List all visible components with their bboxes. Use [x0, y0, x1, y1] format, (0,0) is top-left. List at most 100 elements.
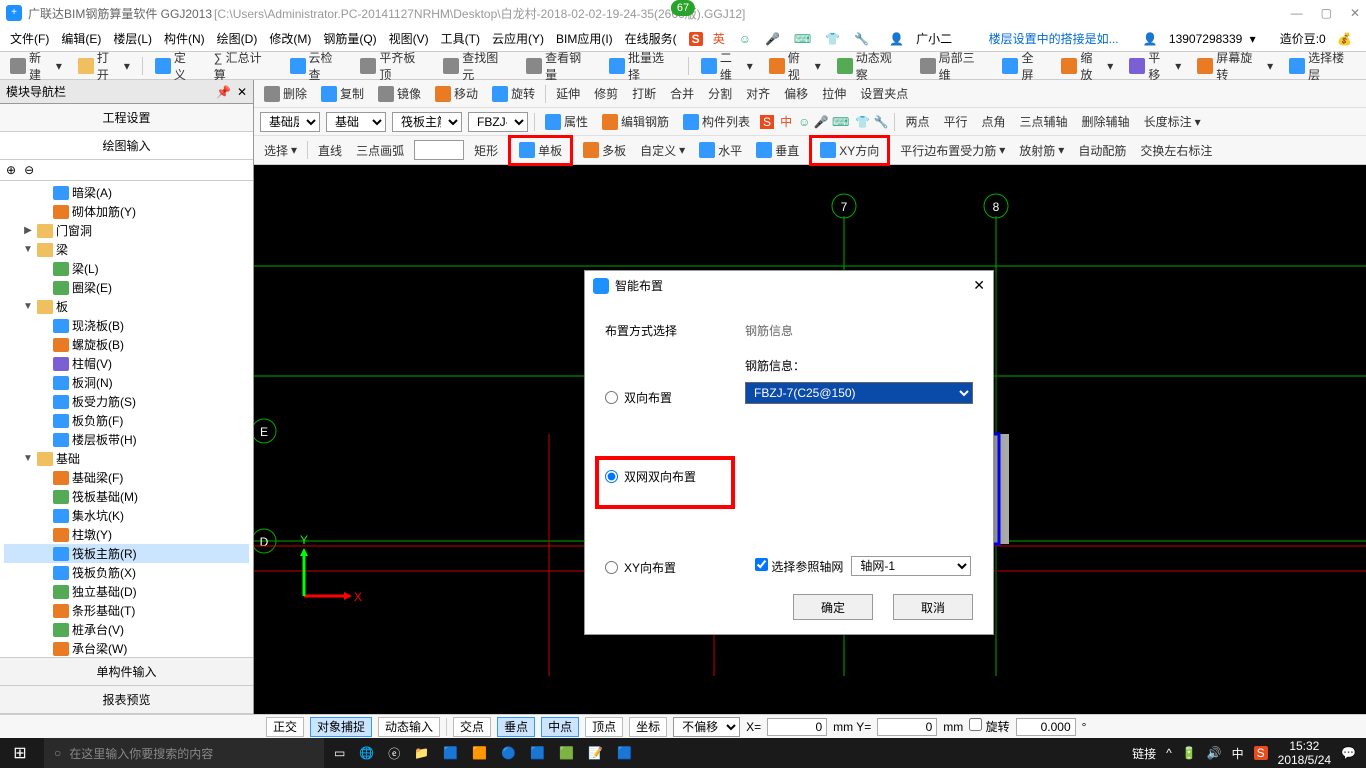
parallel-edge-button[interactable]: 平行边布置受力筋 ▾	[896, 140, 1009, 161]
orbit-button[interactable]: 动态观察	[833, 47, 908, 85]
tree-item[interactable]: 桩承台(V)	[4, 620, 249, 639]
subtype-combo[interactable]: 筏板主筋	[392, 112, 462, 132]
tree-item[interactable]: 砌体加筋(Y)	[4, 202, 249, 221]
ime-kbd-icon[interactable]: ⌨	[790, 30, 815, 48]
tree-item[interactable]: ▼梁	[4, 240, 249, 259]
radio-xy-direction[interactable]: XY向布置	[605, 559, 735, 576]
align-top-button[interactable]: 平齐板顶	[356, 47, 431, 85]
user-id[interactable]: 👤 13907298339 ▾	[1135, 30, 1260, 48]
close-button[interactable]: ✕	[1350, 6, 1360, 20]
ime-mic-icon[interactable]: 🎤	[761, 30, 784, 48]
line-tool[interactable]: 直线	[314, 140, 346, 161]
rotate-input[interactable]	[1016, 718, 1076, 736]
select-tool[interactable]: 选择 ▾	[260, 140, 301, 161]
ok-button[interactable]: 确定	[793, 594, 873, 620]
dynamic-input-toggle[interactable]: 动态输入	[378, 717, 440, 737]
rect-tool[interactable]: 矩形	[470, 140, 502, 161]
align-button[interactable]: 对齐	[742, 83, 774, 104]
tree-item[interactable]: 板洞(N)	[4, 373, 249, 392]
parallel-aux-button[interactable]: 平行	[940, 111, 972, 132]
vertical-button[interactable]: 垂直	[752, 140, 803, 161]
rotate-check[interactable]: 旋转	[969, 718, 1009, 735]
ime-sogou-icon-2[interactable]: S	[760, 115, 774, 129]
arc-tool[interactable]: 三点画弧	[352, 140, 408, 161]
app-icon-6[interactable]: 🔵	[501, 746, 516, 760]
tree-item[interactable]: 筏板负筋(X)	[4, 563, 249, 582]
tray-sogou-icon[interactable]: S	[1254, 746, 1268, 760]
x-input[interactable]	[767, 718, 827, 736]
tray-notifications-icon[interactable]: 💬	[1341, 746, 1356, 760]
stretch-button[interactable]: 拉伸	[818, 83, 850, 104]
tray-link[interactable]: 链接	[1132, 745, 1156, 762]
tree-item[interactable]: 集水坑(K)	[4, 506, 249, 525]
horizontal-button[interactable]: 水平	[695, 140, 746, 161]
task-view-icon[interactable]: ▭	[334, 746, 345, 760]
pin-icon[interactable]: 📌	[216, 85, 231, 99]
tree-item[interactable]: 基础梁(F)	[4, 468, 249, 487]
snap-top[interactable]: 顶点	[585, 717, 623, 737]
tree-item[interactable]: 梁(L)	[4, 259, 249, 278]
tree-item[interactable]: 筏板主筋(R)	[4, 544, 249, 563]
y-input[interactable]	[877, 718, 937, 736]
radial-button[interactable]: 放射筋 ▾	[1015, 140, 1068, 161]
xy-direction-button[interactable]: XY方向	[816, 140, 883, 161]
app-icon-3[interactable]: 📁	[414, 746, 429, 760]
local-3d-button[interactable]: 局部三维	[916, 47, 991, 85]
auto-rebar-button[interactable]: 自动配筋	[1074, 140, 1130, 161]
cloud-check-button[interactable]: 云检查	[286, 47, 349, 85]
app-icon-7[interactable]: 🟦	[530, 746, 545, 760]
app-icon-8[interactable]: 🟩	[559, 746, 574, 760]
extend-button[interactable]: 延伸	[552, 83, 584, 104]
tab-single-input[interactable]: 单构件输入	[0, 658, 253, 686]
ime-sogou-icon[interactable]: S	[689, 32, 703, 46]
find-button[interactable]: 查找图元	[439, 47, 514, 85]
tree-item[interactable]: 板负筋(F)	[4, 411, 249, 430]
screen-rotate-button[interactable]: 屏幕旋转 ▾	[1193, 47, 1277, 85]
split-button[interactable]: 分割	[704, 83, 736, 104]
ime-icon-3[interactable]: 👕 🔧	[855, 115, 888, 129]
minimize-button[interactable]: —	[1291, 6, 1303, 20]
expand-icon[interactable]: ⊕	[6, 163, 16, 177]
tree-item[interactable]: ▶门窗洞	[4, 221, 249, 240]
length-dim-button[interactable]: 长度标注 ▾	[1140, 111, 1205, 132]
merge-button[interactable]: 合并	[666, 83, 698, 104]
tray-time[interactable]: 15:32	[1278, 739, 1331, 753]
app-icon-9[interactable]: 📝	[588, 746, 603, 760]
item-combo[interactable]: FBZJ-1	[468, 112, 528, 132]
tree-item[interactable]: 螺旋板(B)	[4, 335, 249, 354]
top-view-button[interactable]: 俯视 ▾	[765, 47, 825, 85]
copy-button[interactable]: 复制	[317, 83, 368, 104]
snap-mid[interactable]: 中点	[541, 717, 579, 737]
offset-combo[interactable]: 不偏移	[673, 717, 740, 737]
point-angle-button[interactable]: 点角	[978, 111, 1010, 132]
tree-item[interactable]: 筏板基础(M)	[4, 487, 249, 506]
ime-tool-icon[interactable]: 🔧	[850, 30, 873, 48]
tree-item[interactable]: 条形基础(T)	[4, 601, 249, 620]
delete-button[interactable]: 删除	[260, 83, 311, 104]
tree-item[interactable]: ▼基础	[4, 449, 249, 468]
ime-lang-2[interactable]: 中	[780, 113, 792, 130]
radio-double-net[interactable]: 双网双向布置	[605, 468, 725, 485]
taskbar-search[interactable]: ○ 在这里输入你要搜索的内容	[44, 738, 324, 768]
mirror-button[interactable]: 镜像	[374, 83, 425, 104]
tree-item[interactable]: 现浇板(B)	[4, 316, 249, 335]
radio-bidirectional[interactable]: 双向布置	[605, 389, 735, 406]
user-avatar-icon[interactable]: 👤	[885, 30, 908, 48]
tree-item[interactable]: 暗梁(A)	[4, 183, 249, 202]
app-icon-4[interactable]: 🟦	[443, 746, 458, 760]
tree-item[interactable]: 柱帽(V)	[4, 354, 249, 373]
rotate-button[interactable]: 旋转	[488, 83, 539, 104]
ime-skin-icon[interactable]: 👕	[821, 30, 844, 48]
tree-item[interactable]: 板受力筋(S)	[4, 392, 249, 411]
dialog-close-button[interactable]: ✕	[973, 277, 985, 294]
tab-report-preview[interactable]: 报表预览	[0, 686, 253, 714]
close-panel-icon[interactable]: ✕	[237, 85, 247, 99]
ime-emoji-icon[interactable]: ☺	[735, 30, 755, 48]
tray-battery-icon[interactable]: 🔋	[1182, 746, 1197, 760]
view-steel-button[interactable]: 查看钢量	[522, 47, 597, 85]
draw-value-input[interactable]	[414, 140, 464, 160]
batch-select-button[interactable]: 批量选择	[605, 47, 680, 85]
osnap-toggle[interactable]: 对象捕捉	[310, 717, 372, 737]
multi-board-button[interactable]: 多板	[579, 140, 630, 161]
trim-button[interactable]: 修剪	[590, 83, 622, 104]
